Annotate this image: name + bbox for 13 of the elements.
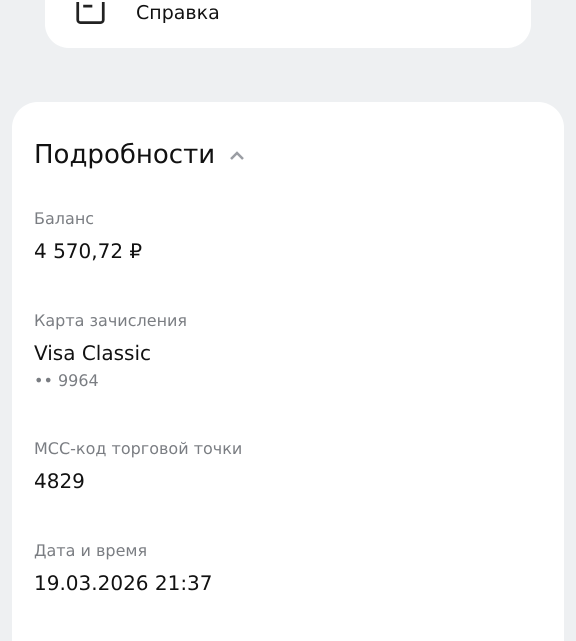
- field-value: Visa Classic: [34, 341, 152, 365]
- menu-item[interactable]: Справка: [136, 3, 220, 23]
- field-value: 19.03.2026 21:37: [34, 571, 214, 595]
- field-label: МСС-код торговой точки: [34, 439, 244, 459]
- document-icon: [75, 2, 106, 24]
- field-value: 4 570,72 ₽: [34, 239, 144, 263]
- card-number: •• 9964: [34, 371, 100, 391]
- field-label: Дата и время: [34, 541, 148, 561]
- chevron-up-icon[interactable]: [229, 150, 246, 160]
- section-title: Подробности: [34, 139, 216, 172]
- field-label: Баланс: [34, 209, 96, 229]
- field-label: Карта зачисления: [34, 311, 188, 331]
- field-value: 4829: [34, 469, 86, 493]
